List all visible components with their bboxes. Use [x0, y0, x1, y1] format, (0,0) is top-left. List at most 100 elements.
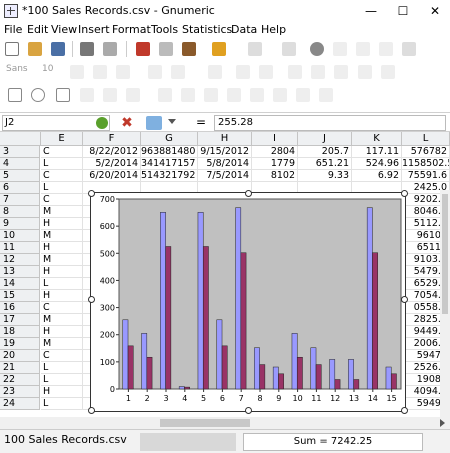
row-header[interactable]: 16	[0, 302, 40, 314]
cell-e12[interactable]: M	[41, 254, 83, 266]
radio-tool-icon[interactable]	[204, 88, 218, 102]
decrease-decimals-icon[interactable]	[381, 65, 395, 79]
thousands-separator-icon[interactable]	[334, 65, 348, 79]
equals-sign[interactable]: =	[196, 115, 206, 129]
resize-handle[interactable]	[88, 296, 95, 303]
copy-icon[interactable]	[159, 42, 173, 56]
cell-e8[interactable]: M	[41, 206, 83, 218]
cell-e14[interactable]: L	[41, 278, 83, 290]
vertical-scroll-thumb[interactable]	[442, 194, 448, 314]
spinbutton-tool-icon[interactable]	[273, 88, 287, 102]
column-header-l[interactable]: L	[402, 132, 450, 146]
cell-e9[interactable]: H	[41, 218, 83, 230]
column-header-i[interactable]: I	[252, 132, 298, 146]
cell-e22[interactable]: L	[41, 374, 83, 386]
cell-e18[interactable]: H	[41, 326, 83, 338]
menu-statistics[interactable]: Statistics	[182, 22, 232, 38]
goto-icon[interactable]	[96, 117, 108, 129]
print-icon[interactable]	[80, 42, 94, 56]
redo-icon[interactable]	[248, 42, 262, 56]
menu-edit[interactable]: Edit	[27, 22, 48, 38]
toolbar-overflow-icon[interactable]	[432, 65, 446, 79]
function-icon[interactable]	[356, 42, 370, 56]
row-header[interactable]: 17	[0, 314, 40, 326]
resize-handle[interactable]	[245, 407, 252, 414]
cell-e11[interactable]: H	[41, 242, 83, 254]
cell-e7[interactable]: C	[41, 194, 83, 206]
cell-f3[interactable]: 8/22/2012	[83, 146, 141, 158]
toolbar-overflow-icon[interactable]	[432, 42, 446, 56]
cell-e13[interactable]: H	[41, 266, 83, 278]
cell-h3[interactable]: 9/15/2012	[198, 146, 252, 158]
save-icon[interactable]	[51, 42, 65, 56]
font-name-box[interactable]: Sans	[6, 64, 28, 74]
cell-e4[interactable]: L	[41, 158, 83, 170]
row-header[interactable]: 6	[0, 182, 40, 194]
wrap-text-icon[interactable]	[236, 65, 250, 79]
cell-h5[interactable]: 7/5/2014	[198, 170, 252, 182]
cell-k4[interactable]: 524.96	[352, 158, 402, 170]
chevron-right-icon[interactable]	[440, 419, 445, 427]
increase-decimals-icon[interactable]	[358, 65, 372, 79]
resize-handle[interactable]	[88, 190, 95, 197]
cell-e16[interactable]: C	[41, 302, 83, 314]
row-header[interactable]: 18	[0, 326, 40, 338]
cell-e10[interactable]: M	[41, 230, 83, 242]
italic-icon[interactable]	[93, 65, 107, 79]
column-header-j[interactable]: J	[298, 132, 352, 146]
menu-help[interactable]: Help	[261, 22, 286, 38]
formula-input[interactable]: 255.28	[214, 115, 446, 131]
cell-k3[interactable]: 117.11	[352, 146, 402, 158]
combo-tool-icon[interactable]	[319, 88, 333, 102]
open-folder-icon[interactable]	[28, 42, 42, 56]
cell-e5[interactable]: C	[41, 170, 83, 182]
horizontal-scrollbar[interactable]	[0, 417, 450, 429]
menu-format[interactable]: Format	[112, 22, 151, 38]
accept-edit-icon[interactable]	[146, 116, 162, 130]
resize-handle[interactable]	[401, 190, 408, 197]
cell-f5[interactable]: 6/20/2014	[83, 170, 141, 182]
row-header[interactable]: 15	[0, 290, 40, 302]
cell-e3[interactable]: C	[41, 146, 83, 158]
sum-icon[interactable]	[333, 42, 347, 56]
row-header[interactable]: 7	[0, 194, 40, 206]
column-header-g[interactable]: G	[141, 132, 198, 146]
undo-icon[interactable]	[212, 42, 226, 56]
cell-l4[interactable]: 1158502.5	[402, 158, 450, 170]
list-tool-icon[interactable]	[296, 88, 310, 102]
hyperlink-icon[interactable]	[310, 42, 324, 56]
menu-tools[interactable]: Tools	[151, 22, 178, 38]
cell-e21[interactable]: L	[41, 362, 83, 374]
resize-handle[interactable]	[401, 296, 408, 303]
resize-handle[interactable]	[401, 407, 408, 414]
row-header[interactable]: 8	[0, 206, 40, 218]
menu-view[interactable]: View	[51, 22, 77, 38]
column-header-f[interactable]: F	[83, 132, 141, 146]
checkbox-tool-icon[interactable]	[181, 88, 195, 102]
cell-e17[interactable]: M	[41, 314, 83, 326]
rectangle-tool-icon[interactable]	[8, 88, 22, 102]
cell-i5[interactable]: 8102	[252, 170, 298, 182]
new-file-icon[interactable]	[5, 42, 19, 56]
row-header[interactable]: 3	[0, 146, 40, 158]
button-tool-icon[interactable]	[158, 88, 172, 102]
bold-icon[interactable]	[70, 65, 84, 79]
row-header[interactable]: 10	[0, 230, 40, 242]
arrow-tool-icon[interactable]	[103, 88, 117, 102]
sort-ascending-icon[interactable]	[379, 42, 393, 56]
row-header[interactable]: 4	[0, 158, 40, 170]
cell-e19[interactable]: M	[41, 338, 83, 350]
resize-handle[interactable]	[88, 407, 95, 414]
close-button[interactable]: ✕	[420, 0, 450, 22]
row-header[interactable]: 20	[0, 350, 40, 362]
merge-cells-icon[interactable]	[208, 65, 222, 79]
percent-format-icon[interactable]	[311, 65, 325, 79]
font-size-box[interactable]: 10	[42, 64, 53, 74]
cell-l5[interactable]: 75591.6	[402, 170, 450, 182]
cancel-edit-icon[interactable]: ✖	[120, 116, 134, 130]
label-tool-icon[interactable]	[126, 88, 140, 102]
chart-object[interactable]: 0 100 200 300 400 500 600 700 1 2 3 4 5 6 7 8 9 10 11 12 13 1…	[88, 190, 408, 414]
row-header[interactable]: 12	[0, 254, 40, 266]
cell-j3[interactable]: 205.7	[298, 146, 352, 158]
frame-tool-icon[interactable]	[56, 88, 70, 102]
